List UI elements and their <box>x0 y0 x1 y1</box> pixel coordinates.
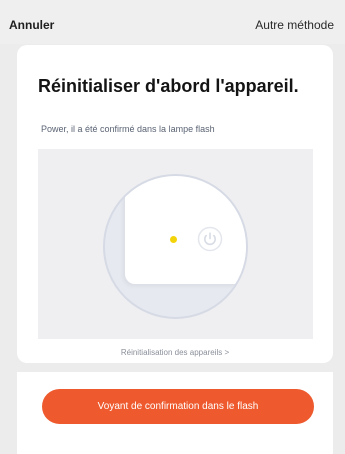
chevron-right-icon: > <box>224 348 230 357</box>
confirm-flash-button[interactable]: Voyant de confirmation dans le flash <box>42 389 314 424</box>
reset-devices-link[interactable]: Réinitialisation des appareils > <box>17 348 333 357</box>
indicator-light <box>170 236 177 243</box>
page-title: Réinitialiser d'abord l'appareil. <box>38 76 299 96</box>
magnifier-circle <box>103 174 248 319</box>
instruction-card: Réinitialiser d'abord l'appareil. Power,… <box>17 45 333 363</box>
bottom-panel: Voyant de confirmation dans le flash <box>17 372 333 454</box>
power-icon <box>197 226 223 252</box>
instruction-subtitle: Power, il a été confirmé dans la lampe f… <box>41 124 215 134</box>
other-method-button[interactable]: Autre méthode <box>255 18 334 32</box>
reset-devices-label: Réinitialisation des appareils <box>120 348 223 357</box>
top-bar: Annuler Autre méthode <box>0 0 345 44</box>
cancel-button[interactable]: Annuler <box>9 18 54 32</box>
device-body <box>125 176 246 284</box>
device-illustration <box>38 149 313 339</box>
